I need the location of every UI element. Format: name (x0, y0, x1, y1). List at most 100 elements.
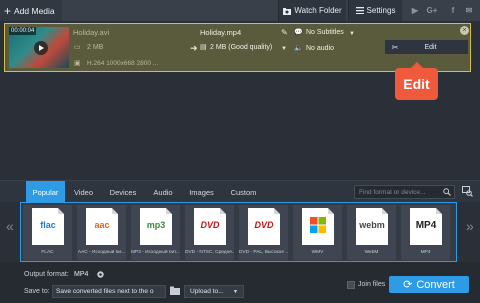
format-label: MP3 - Исходный бит... (131, 250, 180, 255)
upload-caret-icon: ▼ (233, 289, 238, 295)
tab-audio[interactable]: Audio (144, 181, 182, 203)
format-tabs: Popular Video Devices Audio Images Custo… (0, 180, 480, 203)
plus-icon: + (4, 3, 12, 18)
format-doc-icon: aac (86, 208, 118, 245)
format-item-mp4[interactable]: MP4 MP4 (401, 205, 450, 260)
tab-devices[interactable]: Devices (102, 181, 144, 203)
format-label: AAC - Исходный би... (77, 250, 126, 255)
carousel-prev-icon[interactable]: « (6, 218, 14, 234)
device-detect-icon[interactable] (462, 186, 473, 197)
tab-popular[interactable]: Popular (26, 181, 65, 203)
youtube-icon[interactable]: ▶ (408, 0, 422, 21)
edit-label: Edit (424, 43, 437, 51)
watch-folder-button[interactable]: Watch Folder (278, 0, 346, 21)
save-to-select[interactable]: Save converted files next to the o (52, 285, 166, 298)
format-label: WebM (364, 250, 379, 255)
top-toolbar: + Add Media Watch Folder Settings ▶ G+ f… (0, 0, 480, 21)
watch-folder-icon (283, 7, 292, 15)
format-label: MP4 (420, 250, 431, 255)
subtitles-select[interactable]: No Subtitles (306, 29, 344, 36)
file-size-icon: ▭ (74, 44, 81, 51)
audio-select[interactable]: No audio (306, 45, 334, 52)
output-format-value: MP4 (74, 271, 89, 278)
format-item-webm[interactable]: webm WebM (347, 205, 396, 260)
format-item-flac[interactable]: flac FLAC (23, 205, 72, 260)
convert-icon: ⟳ (403, 279, 413, 291)
video-info-icon: ▣ (74, 60, 81, 67)
dvd-logo: DVD (254, 220, 274, 230)
windows-logo-icon (310, 217, 326, 233)
scissors-icon: ✂ (391, 42, 399, 52)
dvd-logo: DVD (200, 220, 220, 230)
play-icon[interactable] (34, 41, 48, 55)
subtitles-icon: 💬 (294, 29, 303, 36)
add-media-label: Add Media (14, 5, 55, 16)
mp3-logo: mp3 (146, 220, 166, 230)
format-search[interactable] (354, 185, 455, 199)
subtitles-caret-icon[interactable]: ▼ (349, 31, 355, 37)
arrow-right-icon: ➜ (190, 43, 198, 53)
watch-folder-label: Watch Folder (294, 6, 342, 15)
format-search-input[interactable] (355, 186, 441, 198)
format-label: DVD - NTSC, Средне... (185, 250, 234, 255)
flac-logo: flac (40, 220, 56, 230)
save-to-value: Save converted files next to the o (56, 288, 154, 295)
upload-to-button[interactable]: Upload to... ▼ (184, 285, 244, 298)
mp4-logo: MP4 (415, 220, 437, 231)
settings-button[interactable]: Settings (348, 0, 402, 21)
file-item[interactable]: 00:00:04 Holiday.avi ▭ 2 MB ▣ H.264 1000… (4, 23, 471, 72)
menu-icon (355, 7, 364, 14)
rename-pencil-icon[interactable]: ✎ (281, 28, 288, 37)
save-to-label: Save to: (24, 288, 50, 295)
format-doc-icon: DVD (248, 208, 280, 245)
thumbnail-time: 00:00:04 (9, 27, 37, 35)
add-media-button[interactable]: + Add Media (0, 0, 62, 21)
convert-label: Convert (416, 278, 455, 291)
format-label: DVD - PAL, Высокое ... (239, 250, 288, 255)
join-files-label: Join files (358, 281, 386, 288)
output-file-icon: ▤ (200, 44, 207, 51)
format-item-dvd-ntsc[interactable]: DVD DVD - NTSC, Средне... (185, 205, 234, 260)
gear-icon[interactable] (96, 270, 105, 279)
format-doc-icon: flac (32, 208, 64, 245)
tab-video[interactable]: Video (65, 181, 102, 203)
remove-file-icon[interactable]: × (460, 26, 469, 35)
tab-custom[interactable]: Custom (221, 181, 266, 203)
output-quality-select[interactable]: 2 MB (Good quality) (210, 44, 272, 51)
format-item-aac[interactable]: aac AAC - Исходный би... (77, 205, 126, 260)
video-thumbnail[interactable]: 00:00:04 (9, 27, 69, 68)
format-doc-icon: MP4 (410, 208, 442, 245)
folder-icon[interactable] (170, 286, 180, 295)
format-item-dvd-pal[interactable]: DVD DVD - PAL, Высокое ... (239, 205, 288, 260)
webm-logo: webm (359, 220, 385, 230)
settings-label: Settings (366, 6, 396, 15)
google-plus-icon[interactable]: G+ (425, 0, 439, 21)
format-item-mp3[interactable]: mp3 MP3 - Исходный бит... (131, 205, 180, 260)
source-size: 2 MB (87, 44, 104, 51)
output-filename: Holiday.mp4 (200, 28, 242, 37)
format-label: WMV (311, 250, 324, 255)
format-label: FLAC (41, 250, 54, 255)
upload-to-label: Upload to... (190, 288, 224, 295)
format-doc-icon: mp3 (140, 208, 172, 245)
tab-images[interactable]: Images (182, 181, 221, 203)
carousel-next-icon[interactable]: » (466, 218, 474, 234)
source-codec-info: H.264 1000x668 2800 ... (87, 60, 159, 67)
format-doc-icon: DVD (194, 208, 226, 245)
source-filename: Holiday.avi (73, 28, 110, 37)
format-doc-icon: webm (356, 208, 388, 245)
join-files-checkbox[interactable] (347, 281, 355, 289)
output-format-label: Output format: (24, 271, 69, 278)
quality-caret-icon[interactable]: ▼ (281, 46, 287, 52)
edit-callout: Edit (395, 62, 438, 100)
format-item-wmv[interactable]: WMV (293, 205, 342, 260)
vk-icon[interactable]: ✉ (462, 0, 476, 21)
format-list: flac FLAC aac AAC - Исходный би... mp3 M… (20, 202, 457, 262)
search-icon[interactable] (443, 188, 451, 196)
facebook-icon[interactable]: f (446, 0, 460, 21)
aac-logo: aac (94, 220, 110, 230)
convert-button[interactable]: ⟳ Convert (389, 276, 469, 293)
edit-button[interactable]: ✂ Edit (385, 40, 468, 54)
audio-icon: 🔈 (294, 45, 303, 52)
format-doc-icon (302, 208, 334, 245)
